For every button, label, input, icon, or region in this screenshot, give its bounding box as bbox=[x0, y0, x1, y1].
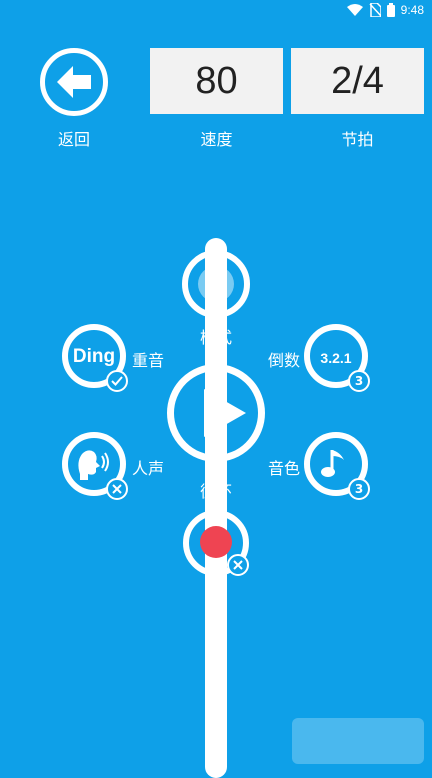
check-icon bbox=[106, 370, 128, 392]
back-button[interactable] bbox=[40, 48, 108, 116]
status-icons: 9:48 bbox=[346, 3, 424, 17]
speaking-head-icon bbox=[78, 450, 109, 480]
voice-off-icon bbox=[106, 478, 128, 500]
countdown-label: 倒数 bbox=[268, 351, 301, 370]
arrow-left-icon bbox=[57, 66, 91, 98]
back-label: 返回 bbox=[57, 130, 90, 149]
status-bar: 9:48 bbox=[0, 0, 432, 24]
beat-label: 节拍 bbox=[341, 130, 374, 149]
ding-icon: Ding bbox=[72, 346, 116, 367]
status-time: 9:48 bbox=[400, 3, 424, 17]
countdown-badge: 3 bbox=[348, 370, 370, 392]
voice-label: 人声 bbox=[132, 459, 165, 478]
battery-icon bbox=[386, 3, 395, 17]
slider-thumb[interactable] bbox=[200, 526, 232, 558]
tempo-label: 速度 bbox=[200, 130, 233, 149]
slider-track[interactable] bbox=[205, 238, 227, 778]
no-sim-icon bbox=[369, 3, 381, 17]
wifi-icon bbox=[346, 4, 363, 16]
tempo-value-box[interactable]: 80 bbox=[150, 48, 283, 114]
accent-label: 重音 bbox=[132, 351, 165, 370]
beat-value-box[interactable]: 2/4 bbox=[291, 48, 424, 114]
timbre-label: 音色 bbox=[268, 459, 301, 478]
repeat-off-icon bbox=[227, 554, 249, 576]
timbre-badge: 3 bbox=[348, 478, 370, 500]
music-note-icon bbox=[321, 450, 344, 477]
site-logo bbox=[292, 718, 424, 764]
countdown-icon: 3.2.1 bbox=[320, 350, 352, 366]
